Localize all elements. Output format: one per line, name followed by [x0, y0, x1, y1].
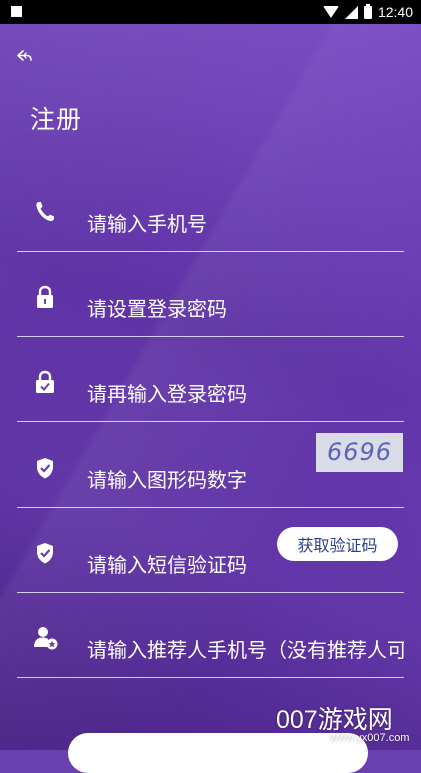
- back-arrow-icon: [17, 50, 32, 61]
- referrer-input[interactable]: [87, 633, 404, 667]
- password-input[interactable]: [87, 292, 404, 326]
- captcha-image[interactable]: 6696: [316, 433, 403, 472]
- status-icons: 12:40: [322, 0, 413, 24]
- watermark-brand: 007游戏网: [276, 706, 393, 734]
- phone-icon: [33, 199, 57, 225]
- phone-input[interactable]: [87, 207, 404, 241]
- password-row: [17, 280, 404, 337]
- status-bar: 12:40: [0, 0, 421, 24]
- shield-check-icon: [33, 540, 57, 566]
- lock-icon: [33, 284, 57, 310]
- get-sms-code-button[interactable]: 获取验证码: [277, 527, 398, 561]
- user-star-icon: [33, 625, 58, 651]
- battery-icon: [363, 3, 372, 19]
- back-button[interactable]: [14, 45, 36, 67]
- lock-check-icon: [33, 369, 57, 395]
- status-time: 12:40: [377, 4, 413, 20]
- page-title: 注册: [30, 105, 83, 134]
- signal-icon: [344, 5, 358, 19]
- watermark: 007游戏网 www.yx007.com: [270, 700, 418, 748]
- phone-row: [17, 195, 404, 252]
- watermark-url: www.yx007.com: [330, 732, 410, 744]
- password-confirm-input[interactable]: [87, 377, 404, 411]
- notification-icon: [11, 6, 22, 17]
- password-confirm-row: [17, 365, 404, 422]
- referrer-row: [17, 621, 404, 678]
- shield-check-icon: [33, 455, 57, 481]
- wifi-icon: [322, 6, 339, 18]
